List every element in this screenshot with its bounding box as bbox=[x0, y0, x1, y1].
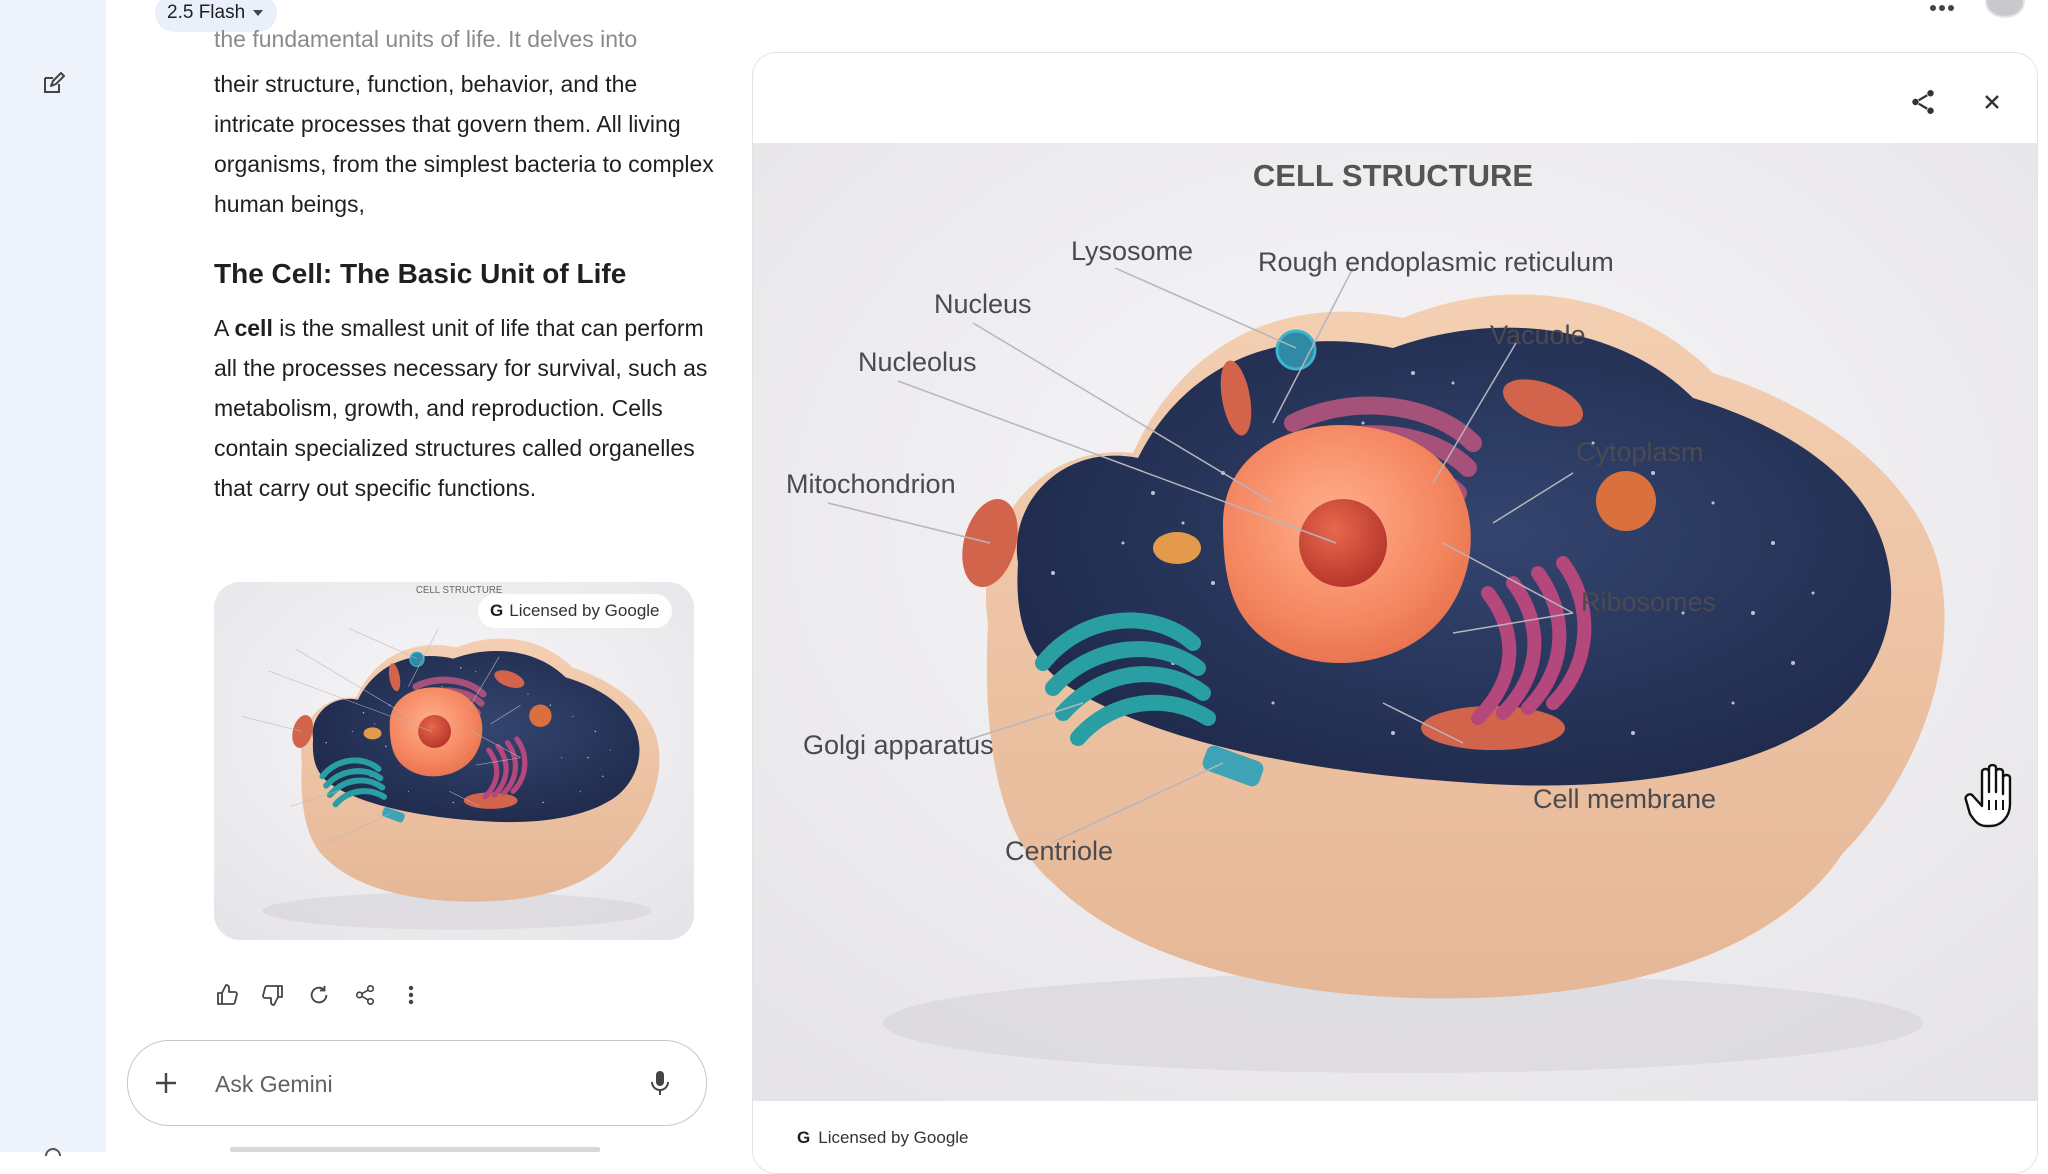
prompt-input[interactable] bbox=[213, 1061, 617, 1107]
avatar[interactable] bbox=[1985, 0, 2025, 18]
more-horiz-icon[interactable] bbox=[1928, 0, 1956, 11]
label-mitochondrion: Mitochondrion bbox=[786, 469, 956, 499]
viewer-license-text: Licensed by Google bbox=[818, 1128, 969, 1147]
section-heading: The Cell: The Basic Unit of Life bbox=[214, 258, 627, 289]
body-paragraph: A cell is the smallest unit of life that… bbox=[214, 308, 714, 508]
label-centriole: Centriole bbox=[1005, 836, 1113, 866]
label-ribosomes: Ribosomes bbox=[1581, 587, 1716, 617]
license-badge[interactable]: G Licensed by Google bbox=[478, 594, 672, 628]
model-selector[interactable]: 2.5 Flash bbox=[155, 0, 278, 32]
google-g-icon: G bbox=[490, 601, 504, 620]
label-nucleus: Nucleus bbox=[934, 289, 1032, 319]
image-title: CELL STRUCTURE bbox=[1253, 158, 1533, 193]
more-vert-icon[interactable] bbox=[398, 982, 424, 1008]
faded-text: the fundamental units of life. It delves… bbox=[214, 30, 638, 48]
prompt-box bbox=[127, 1040, 707, 1126]
mic-icon[interactable] bbox=[648, 1069, 672, 1097]
share-icon[interactable] bbox=[1908, 87, 1938, 117]
sidebar bbox=[0, 0, 106, 1157]
body-rest: is the smallest unit of life that can pe… bbox=[214, 315, 708, 501]
disclaimer bbox=[230, 1147, 600, 1152]
viewer-license[interactable]: G Licensed by Google bbox=[797, 1128, 969, 1148]
plus-icon[interactable] bbox=[152, 1069, 180, 1097]
label-cell-membrane: Cell membrane bbox=[1533, 784, 1716, 814]
thumbs-up-icon[interactable] bbox=[214, 982, 240, 1008]
close-icon[interactable] bbox=[1979, 89, 2005, 115]
thumbs-down-icon[interactable] bbox=[260, 982, 286, 1008]
model-label: 2.5 Flash bbox=[167, 2, 246, 23]
cell-structure-image[interactable]: CELL STRUCTURE Lysosome Rough endoplasmi… bbox=[753, 143, 2037, 1101]
label-golgi: Golgi apparatus bbox=[803, 730, 994, 760]
license-text: Licensed by Google bbox=[509, 601, 660, 620]
label-nucleolus: Nucleolus bbox=[858, 347, 977, 377]
chevron-down-icon bbox=[253, 10, 264, 16]
image-thumbnail[interactable]: CELL STRUCTURE bbox=[214, 582, 694, 940]
hand-cursor-icon bbox=[1962, 763, 2020, 830]
body-prefix: A bbox=[214, 315, 235, 341]
share-icon[interactable] bbox=[352, 982, 378, 1008]
label-cytoplasm: Cytoplasm bbox=[1576, 437, 1704, 467]
label-rough-er: Rough endoplasmic reticulum bbox=[1258, 247, 1614, 277]
label-lysosome: Lysosome bbox=[1071, 236, 1193, 266]
google-g-icon: G bbox=[797, 1128, 811, 1147]
intro-paragraph: their structure, function, behavior, and… bbox=[214, 71, 714, 217]
image-viewer: CELL STRUCTURE Lysosome Rough endoplasmi… bbox=[752, 52, 2038, 1174]
body-bold: cell bbox=[234, 315, 273, 341]
response-actions bbox=[214, 982, 424, 1008]
edit-icon[interactable] bbox=[41, 72, 65, 96]
refresh-icon[interactable] bbox=[306, 982, 332, 1008]
label-vacuole: Vacuole bbox=[1490, 320, 1586, 350]
settings-icon[interactable] bbox=[44, 1143, 62, 1157]
